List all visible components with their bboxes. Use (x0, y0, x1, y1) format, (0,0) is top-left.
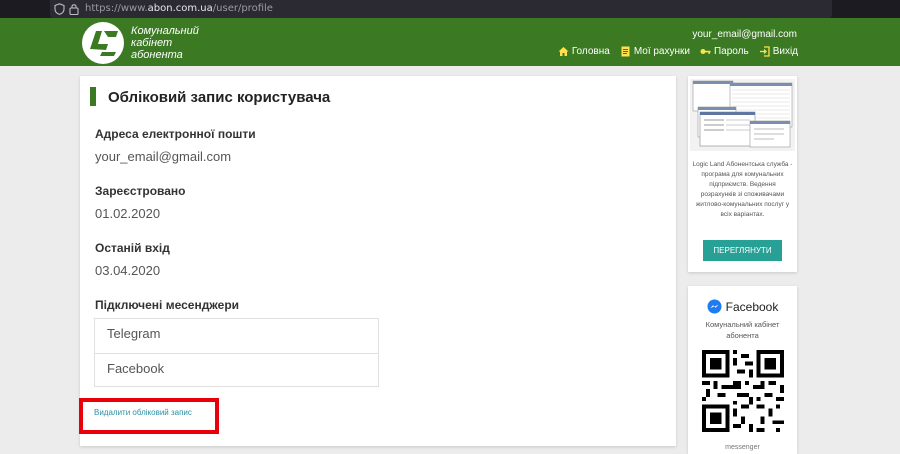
messengers-list: Telegram Facebook (94, 318, 379, 387)
promo-description: Logic Land Абонентська служба - програма… (692, 161, 793, 218)
site-header: Комунальний кабінет абонента your_email@… (0, 18, 900, 66)
facebook-title: Facebook (725, 299, 779, 314)
logo-mark-icon (90, 31, 118, 56)
highlight-frame (79, 398, 219, 434)
promo-card: Logic Land Абонентська служба - програма… (688, 76, 797, 272)
nav-home[interactable]: Головна (558, 46, 610, 57)
last-login-label: Останій вхід (95, 241, 170, 255)
nav-logout[interactable]: Вихід (759, 46, 798, 57)
key-icon (700, 49, 711, 54)
last-login-value: 03.04.2020 (95, 263, 161, 278)
browser-url-bar: https://www.abon.com.ua/user/profile (0, 0, 900, 18)
home-icon (558, 47, 569, 56)
facebook-card: Facebook Комунальний кабінет абонента me… (688, 286, 797, 454)
nav-password[interactable]: Пароль (700, 46, 749, 57)
app-screenshot[interactable] (690, 79, 795, 151)
facebook-header: Facebook (688, 299, 797, 314)
lock-icon[interactable] (69, 3, 79, 15)
view-button[interactable]: ПЕРЕГЛЯНУТИ (703, 240, 782, 261)
nav-accounts[interactable]: Мої рахунки (620, 46, 690, 57)
logo-title: Комунальний кабінет абонента (131, 25, 199, 61)
title-accent (90, 87, 96, 106)
user-email: your_email@gmail.com (692, 29, 797, 40)
main-nav: Головна Мої рахунки Пароль Вихід (558, 46, 798, 57)
email-value: your_email@gmail.com (95, 149, 232, 164)
logout-icon (759, 46, 770, 57)
logo[interactable] (82, 22, 124, 64)
nav-accounts-label: Мої рахунки (633, 46, 690, 57)
profile-card: Обліковий запис користувача Адреса елект… (80, 76, 676, 446)
nav-password-label: Пароль (713, 46, 749, 57)
qr-code[interactable] (702, 350, 784, 432)
registered-value: 01.02.2020 (95, 206, 161, 221)
url-text[interactable]: https://www.abon.com.ua/user/profile (85, 3, 273, 14)
document-icon (621, 46, 630, 57)
registered-label: Зареєстровано (95, 184, 186, 198)
shield-icon[interactable] (54, 3, 65, 15)
page-title: Обліковий запис користувача (108, 89, 331, 106)
facebook-subtitle: Комунальний кабінет абонента (705, 320, 780, 340)
messenger-telegram[interactable]: Telegram (95, 319, 378, 353)
messenger-caption: messenger (725, 444, 760, 451)
messengers-label: Підключені месенджери (95, 298, 240, 312)
email-label: Адреса електронної пошти (95, 127, 256, 141)
messenger-facebook[interactable]: Facebook (95, 353, 378, 387)
nav-logout-label: Вихід (772, 46, 798, 57)
nav-home-label: Головна (571, 46, 610, 57)
messenger-icon (707, 299, 722, 314)
